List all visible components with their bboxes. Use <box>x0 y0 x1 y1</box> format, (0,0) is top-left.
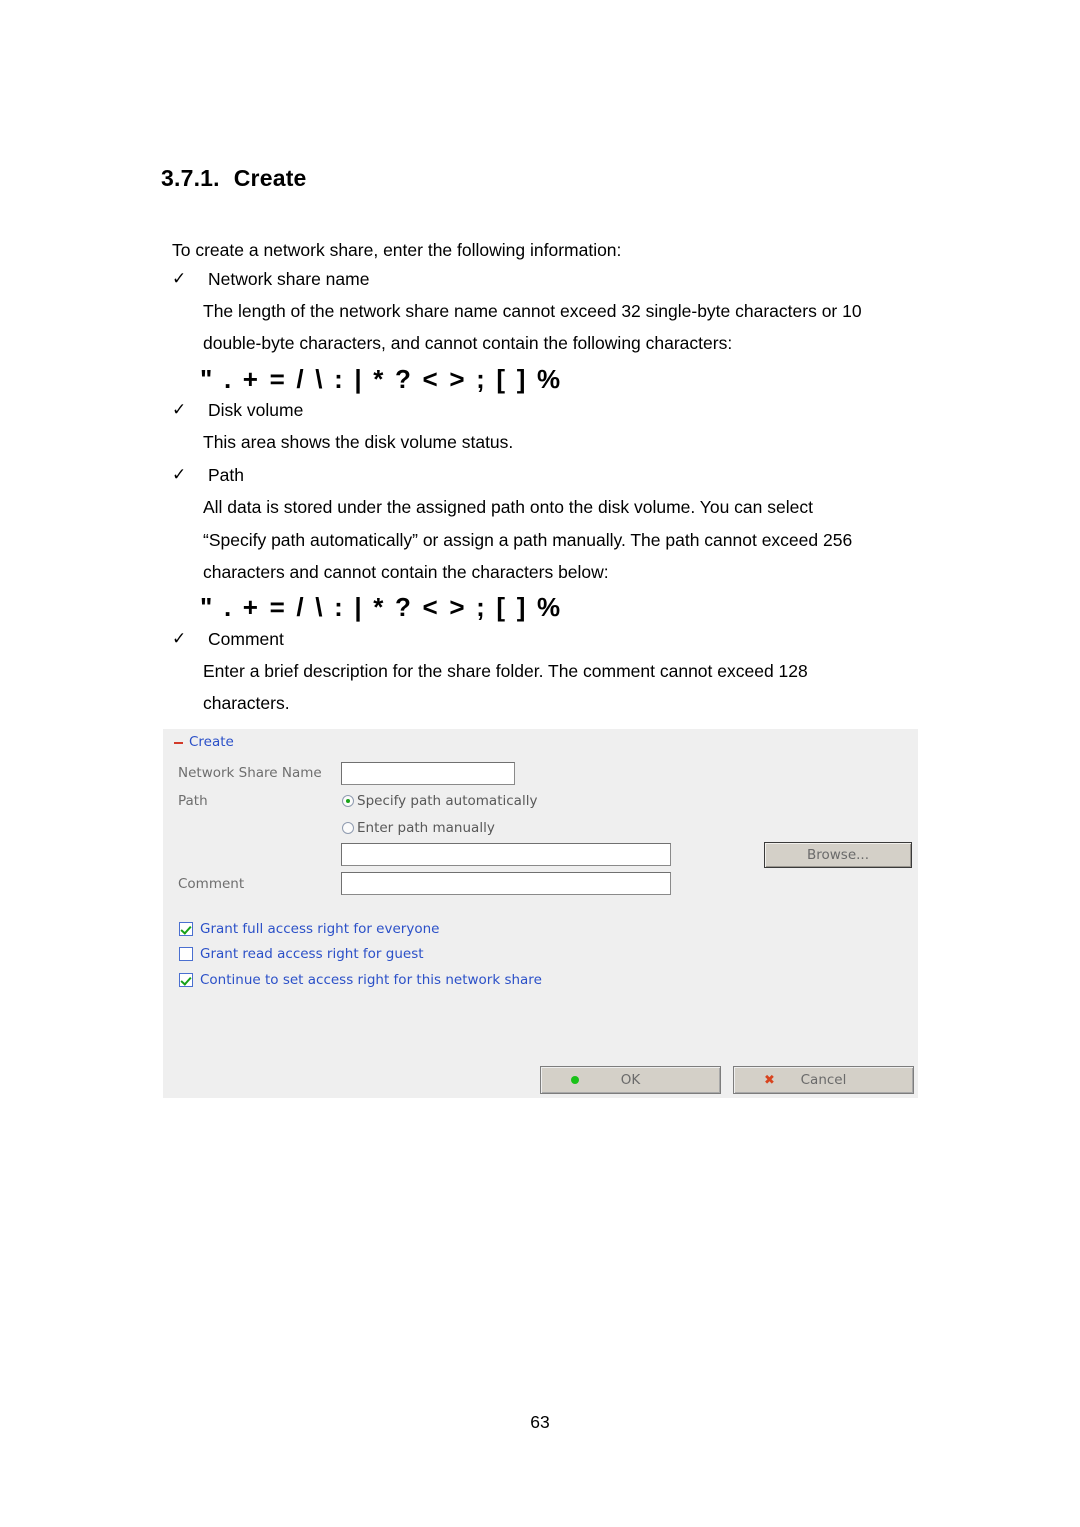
checkmark-icon: ✓ <box>172 400 187 420</box>
intro-paragraph: To create a network share, enter the fol… <box>172 240 622 260</box>
document-page: 3.7.1. Create To create a network share, … <box>0 0 1080 1527</box>
browse-button[interactable]: Browse... <box>764 842 912 868</box>
checkmark-icon: ✓ <box>172 465 187 485</box>
checkmark-icon: ✓ <box>172 269 187 289</box>
radio-label: Specify path automatically <box>357 793 538 809</box>
body-line: characters and cannot contain the charac… <box>203 562 609 582</box>
heading-number: 3.7.1. <box>161 165 220 191</box>
body-line: The length of the network share name can… <box>203 301 862 321</box>
panel-header[interactable]: Create <box>174 733 234 753</box>
radio-on-icon[interactable] <box>342 795 354 807</box>
network-share-name-input[interactable] <box>341 762 515 785</box>
heading-text: Create <box>233 165 307 191</box>
page-title: 3.7.1. Create <box>161 165 307 192</box>
checkbox-checked-icon[interactable] <box>179 973 193 987</box>
list-item-label: Network share name <box>208 269 370 289</box>
panel-title: Create <box>189 734 234 751</box>
page-number: 63 <box>530 1412 550 1432</box>
checkbox-checked-icon[interactable] <box>179 922 193 936</box>
path-input[interactable] <box>341 843 671 866</box>
checkbox-unchecked-icon[interactable] <box>179 947 193 961</box>
list-item-label: Disk volume <box>208 400 304 420</box>
radio-off-icon[interactable] <box>342 822 354 834</box>
checkbox-grant-full-access-everyone[interactable]: Grant full access right for everyone <box>179 921 439 937</box>
comment-input[interactable] <box>341 872 671 895</box>
radio-label: Enter path manually <box>357 820 495 836</box>
body-line: This area shows the disk volume status. <box>203 432 514 452</box>
body-line: Enter a brief description for the share … <box>203 661 808 681</box>
comment-label: Comment <box>178 876 245 892</box>
collapse-minus-icon[interactable] <box>174 742 183 744</box>
body-line: characters. <box>203 693 290 713</box>
checkbox-continue-set-access-right[interactable]: Continue to set access right for this ne… <box>179 972 542 988</box>
create-share-dialog: Create Network Share Name Path Specify p… <box>163 729 918 1098</box>
checkbox-label: Continue to set access right for this ne… <box>200 972 542 988</box>
cancel-button[interactable]: ✖ Cancel <box>733 1066 914 1094</box>
path-label: Path <box>178 793 208 809</box>
forbidden-characters: " . + = / \ : | * ? < > ; [ ] % <box>200 592 563 622</box>
forbidden-characters: " . + = / \ : | * ? < > ; [ ] % <box>200 364 563 394</box>
list-item-label: Comment <box>208 629 284 649</box>
cancel-x-icon: ✖ <box>764 1072 775 1088</box>
checkbox-label: Grant read access right for guest <box>200 946 424 962</box>
browse-button-label: Browse... <box>806 847 870 863</box>
list-item-label: Path <box>208 465 244 485</box>
radio-enter-path-manually[interactable]: Enter path manually <box>342 820 495 836</box>
checkbox-label: Grant full access right for everyone <box>200 921 440 937</box>
cancel-button-label: Cancel <box>800 1072 847 1088</box>
ok-green-dot-icon <box>571 1074 579 1087</box>
body-line: “Specify path automatically” or assign a… <box>203 530 853 550</box>
body-line: All data is stored under the assigned pa… <box>203 497 813 517</box>
radio-specify-path-automatically[interactable]: Specify path automatically <box>342 793 537 809</box>
ok-button-label: OK <box>620 1072 641 1088</box>
ok-button[interactable]: OK <box>540 1066 721 1094</box>
checkmark-icon: ✓ <box>172 629 187 649</box>
checkbox-grant-read-access-guest[interactable]: Grant read access right for guest <box>179 946 424 962</box>
network-share-name-label: Network Share Name <box>178 765 322 781</box>
body-line: double-byte characters, and cannot conta… <box>203 333 733 353</box>
